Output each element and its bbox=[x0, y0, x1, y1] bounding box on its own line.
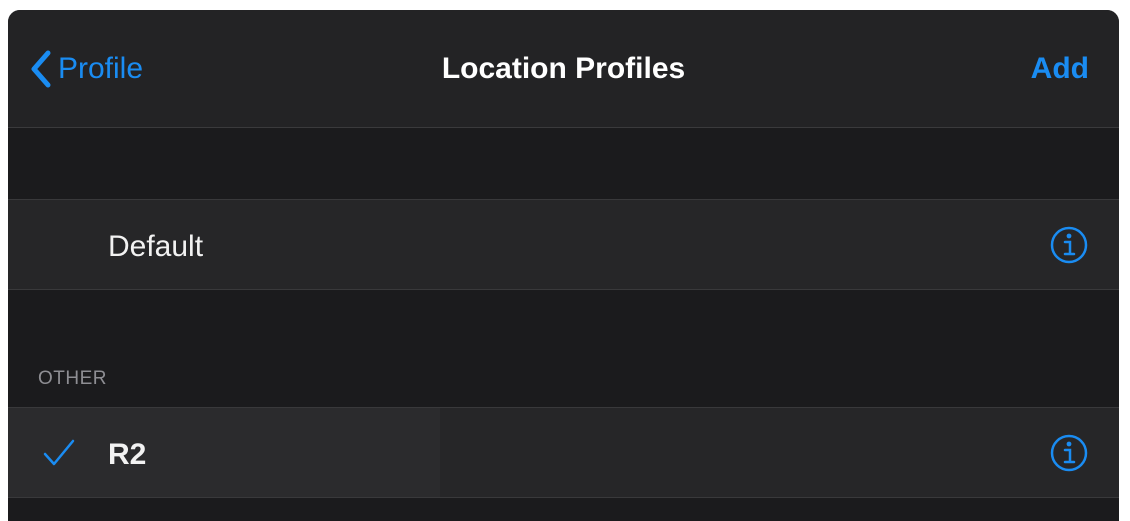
list-item-default[interactable]: Default bbox=[8, 199, 1119, 290]
page-title: Location Profiles bbox=[441, 52, 686, 85]
info-icon[interactable] bbox=[1049, 225, 1089, 270]
list-item-r2[interactable]: R2 bbox=[8, 407, 1119, 498]
info-icon[interactable] bbox=[1049, 433, 1089, 478]
list-item-label: Default bbox=[108, 230, 204, 263]
navigation-bar: Profile Location Profiles Add bbox=[8, 10, 1119, 128]
checkmark-icon bbox=[42, 438, 76, 473]
list-item-label: R2 bbox=[108, 438, 147, 471]
add-button[interactable]: Add bbox=[1031, 52, 1089, 86]
section-header-other: OTHER bbox=[38, 368, 107, 389]
screen: Profile Location Profiles Add Default OT… bbox=[8, 10, 1119, 521]
